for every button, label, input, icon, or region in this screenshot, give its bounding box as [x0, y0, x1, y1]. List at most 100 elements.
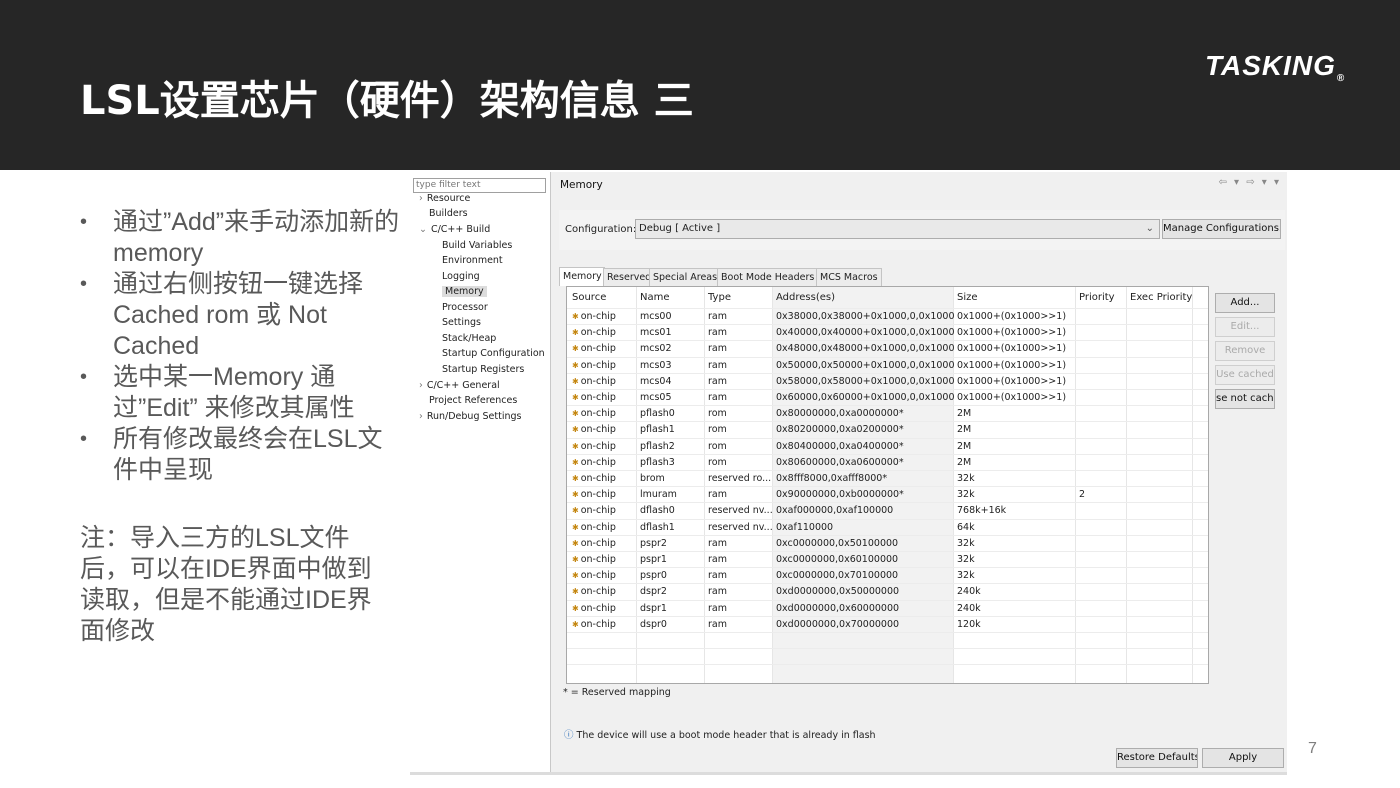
tree-item-settings[interactable]: Settings: [442, 317, 481, 328]
table-row[interactable]: ✱ on-chip pspr2 ram 0xc0000000,0x50100000 32k: [567, 534, 1208, 552]
tree-item-processor[interactable]: Processor: [442, 302, 488, 313]
cell-name: pspr1: [640, 554, 667, 565]
tree-item-memory[interactable]: Memory: [442, 286, 487, 297]
table-row[interactable]: ✱ on-chip dspr2 ram 0xd0000000,0x50000000 240…: [567, 583, 1208, 600]
cell-source: ✱ on-chip: [572, 455, 616, 471]
cell-size: 0x1000+(0x1000>>1): [957, 375, 1067, 387]
restore-defaults-button[interactable]: Restore Defaults: [1116, 748, 1198, 768]
tree-item-project-references[interactable]: Project References: [429, 395, 517, 406]
chevron-right-icon[interactable]: ›: [419, 411, 423, 422]
chip-icon: ✱: [572, 555, 579, 564]
tab-special-areas[interactable]: Special Areas: [649, 268, 719, 286]
tree-item-stack-heap[interactable]: Stack/Heap: [442, 333, 496, 344]
table-row[interactable]: ✱ on-chip mcs02 ram 0x48000,0x48000+0x1000,0…: [567, 340, 1208, 357]
cell-name: dspr0: [640, 618, 667, 630]
table-row[interactable]: ✱ on-chip mcs01 ram 0x40000,0x40000+0x1000,0…: [567, 324, 1208, 341]
cell-addresses: 0x80600000,0xa0600000*: [776, 456, 904, 468]
cell-source: ✱ on-chip: [572, 390, 616, 406]
chip-icon: ✱: [572, 425, 579, 435]
cell-type: rom: [708, 424, 727, 436]
table-row[interactable]: ✱ on-chip brom reserved ro... 0x8fff8000,0xa…: [567, 470, 1208, 487]
tree-item-build-variables[interactable]: Build Variables: [442, 240, 512, 251]
tree-item-logging[interactable]: Logging: [442, 271, 480, 282]
tab-memory[interactable]: Memory: [559, 267, 605, 286]
cell-source: ✱ on-chip: [572, 601, 616, 617]
cell-type: ram: [708, 327, 727, 339]
table-row[interactable]: ✱ on-chip mcs04 ram 0x58000,0x58000+0x1000,0…: [567, 372, 1208, 390]
column-header-addresses[interactable]: Address(es): [776, 292, 835, 303]
reserved-mapping-footnote: * = Reserved mapping: [563, 687, 671, 698]
column-header-exec-priority[interactable]: Exec Priority: [1130, 292, 1192, 303]
tree-item-resource[interactable]: › Resource: [419, 193, 470, 204]
source-label: on-chip: [580, 375, 616, 387]
column-header-size[interactable]: Size: [957, 292, 978, 303]
tab-reserved[interactable]: Reserved: [603, 268, 651, 286]
tree-item-startup-configuration[interactable]: Startup Configuration: [442, 348, 545, 359]
chevron-right-icon[interactable]: ›: [419, 380, 423, 391]
tree-item-run-debug-settings[interactable]: › Run/Debug Settings: [419, 411, 521, 422]
cell-source: ✱ on-chip: [572, 439, 616, 455]
tab-boot-mode-headers[interactable]: Boot Mode Headers: [717, 268, 819, 286]
cell-size: 0x1000+(0x1000>>1): [957, 343, 1067, 355]
table-row[interactable]: ✱ on-chip mcs00 ram 0x38000,0x38000+0x1000,0…: [567, 308, 1208, 325]
nav-arrows-icon[interactable]: ⇦ ▾ ⇨ ▾ ▾: [1218, 177, 1281, 188]
remove-button[interactable]: Remove: [1215, 341, 1275, 361]
empty-table-row: [567, 648, 1208, 665]
tree-item-environment[interactable]: Environment: [442, 255, 503, 266]
chevron-right-icon[interactable]: ›: [419, 193, 423, 204]
table-row[interactable]: ✱ on-chip pflash1 rom 0x80200000,0xa0200000*…: [567, 421, 1208, 438]
cell-source: ✱ on-chip: [572, 374, 616, 390]
table-row[interactable]: ✱ on-chip pflash3 rom 0x80600000,0xa0600000*…: [567, 453, 1208, 471]
table-row[interactable]: ✱ on-chip dflash0 reserved nv... 0xaf000000,…: [567, 502, 1208, 519]
cell-source: ✱ on-chip: [572, 536, 616, 552]
tree-item-c-c-general[interactable]: › C/C++ General: [419, 380, 500, 391]
cell-size: 0x1000+(0x1000>>1): [957, 327, 1067, 339]
source-label: on-chip: [580, 489, 616, 501]
use-cached-button[interactable]: Use cached: [1215, 365, 1275, 385]
table-row[interactable]: ✱ on-chip lmuram ram 0x90000000,0xb0000000* 3…: [567, 486, 1208, 503]
table-row[interactable]: ✱ on-chip pspr0 ram 0xc0000000,0x70100000 32k: [567, 567, 1208, 584]
edit-button[interactable]: Edit...: [1215, 317, 1275, 337]
table-row[interactable]: ✱ on-chip dspr1 ram 0xd0000000,0x60000000 240…: [567, 599, 1208, 617]
chip-icon: ✱: [572, 344, 579, 354]
source-label: on-chip: [580, 586, 616, 598]
tree-item-label: Startup Registers: [442, 364, 525, 375]
cell-name: lmuram: [640, 489, 677, 501]
source-label: on-chip: [580, 570, 616, 582]
column-header-priority[interactable]: Priority: [1079, 292, 1115, 303]
column-header-source[interactable]: Source: [572, 292, 606, 303]
memory-panel: Memory ⇦ ▾ ⇨ ▾ ▾ Configuration: Debug [ …: [551, 172, 1287, 772]
column-header-name[interactable]: Name: [640, 292, 670, 303]
tree-item-builders[interactable]: Builders: [429, 208, 468, 219]
cell-addresses: 0xd0000000,0x60000000: [776, 602, 900, 614]
cell-name: pspr0: [640, 570, 667, 582]
cell-size: 240k: [957, 602, 981, 614]
table-row[interactable]: ✱ on-chip pflash0 rom 0x80000000,0xa0000000*…: [567, 405, 1208, 422]
cell-addresses: 0x38000,0x38000+0x1000,0,0x1000: [776, 311, 955, 322]
column-header-type[interactable]: Type: [708, 292, 731, 303]
configuration-select[interactable]: Debug [ Active ] ⌄: [635, 219, 1160, 239]
source-label: on-chip: [580, 440, 616, 452]
cell-addresses: 0xc0000000,0x60100000: [776, 554, 899, 565]
table-row[interactable]: ✱ on-chip mcs03 ram 0x50000,0x50000+0x1000,0…: [567, 356, 1208, 374]
chevron-down-icon[interactable]: ⌄: [419, 224, 427, 235]
cell-type: ram: [708, 602, 727, 614]
tab-mcs-macros[interactable]: MCS Macros: [816, 268, 882, 286]
cell-size: 2M: [957, 408, 972, 420]
table-row[interactable]: ✱ on-chip dflash1 reserved nv... 0xaf110000 6…: [567, 518, 1208, 536]
add-button[interactable]: Add...: [1215, 293, 1275, 313]
cell-addresses: 0x90000000,0xb0000000*: [776, 489, 904, 501]
table-row[interactable]: ✱ on-chip pflash2 rom 0x80400000,0xa0400000*…: [567, 437, 1208, 455]
tree-item-startup-registers[interactable]: Startup Registers: [442, 364, 524, 375]
filter-input[interactable]: type filter text: [413, 178, 546, 193]
table-row[interactable]: ✱ on-chip dspr0 ram 0xd0000000,0x70000000 120…: [567, 615, 1208, 633]
apply-button[interactable]: Apply: [1202, 748, 1284, 768]
table-row[interactable]: ✱ on-chip mcs05 ram 0x60000,0x60000+0x1000,0…: [567, 389, 1208, 406]
cell-type: reserved nv...: [708, 505, 772, 517]
cell-addresses: 0xd0000000,0x50000000: [776, 586, 900, 598]
cell-size: 32k: [957, 570, 975, 582]
use-not-cached-button[interactable]: se not cache: [1215, 389, 1275, 409]
manage-configurations-button[interactable]: Manage Configurations...: [1162, 219, 1281, 239]
tree-item-c-c-build[interactable]: ⌄ C/C++ Build: [419, 224, 490, 235]
table-row[interactable]: ✱ on-chip pspr1 ram 0xc0000000,0x60100000 32k: [567, 551, 1208, 568]
